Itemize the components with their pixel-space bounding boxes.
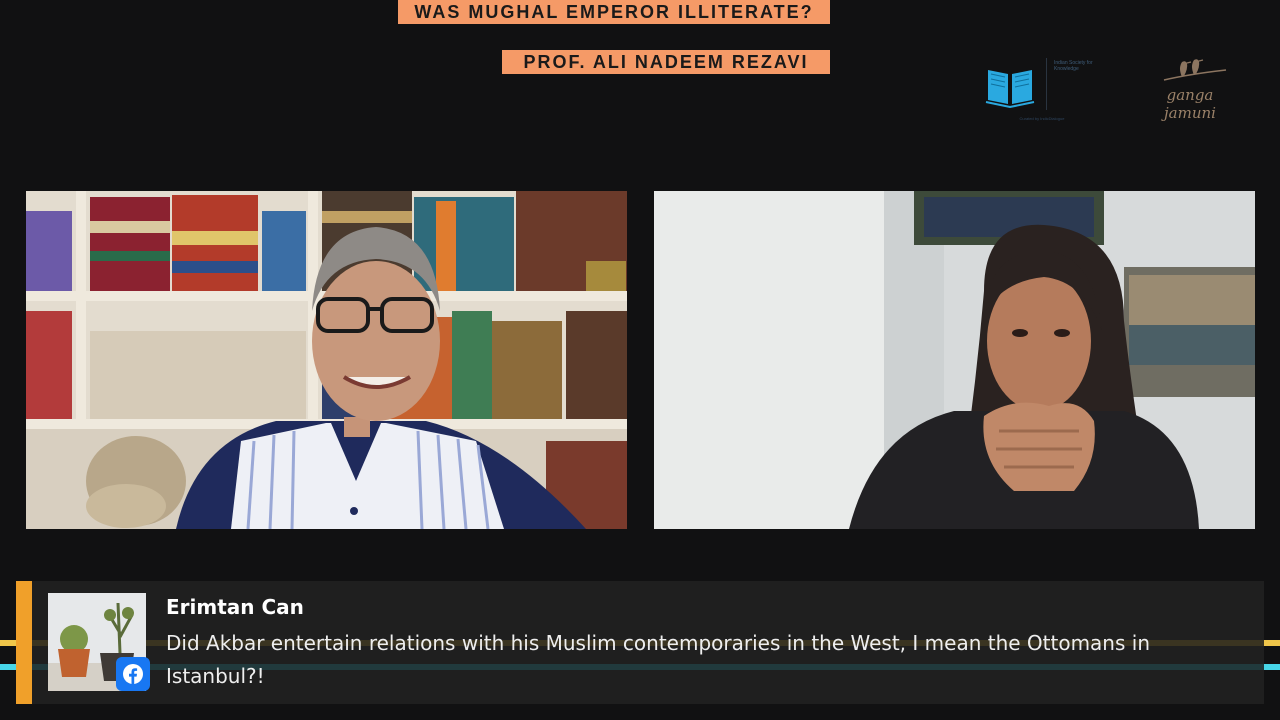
logo-divider	[1046, 58, 1047, 110]
comment-accent-bar	[16, 581, 32, 704]
video-tile-speaker[interactable]	[26, 191, 627, 529]
comment-author: Erimtan Can	[166, 595, 304, 619]
facebook-icon	[116, 657, 150, 691]
comment-card: Erimtan Can Did Akbar entertain relation…	[16, 581, 1264, 704]
library-logo-text: Indian Society for Knowledge	[1054, 60, 1093, 72]
ganga-jamuni-logo-text: ganga jamuni	[1164, 86, 1216, 122]
video-tile-guest[interactable]	[654, 191, 1255, 529]
decorative-stripe-right-cyan	[1264, 664, 1280, 670]
birds-on-branch-icon	[1160, 56, 1230, 86]
library-logo-tagline: Curated by IndicDialogue	[1019, 116, 1065, 121]
open-book-icon	[984, 62, 1036, 109]
speaker-banner: PROF. ALI NADEEM REZAVI	[502, 50, 830, 74]
topic-banner: WAS MUGHAL EMPEROR ILLITERATE?	[398, 0, 830, 24]
comment-text: Did Akbar entertain relations with his M…	[166, 631, 1150, 688]
decorative-stripe-left-cyan	[0, 664, 16, 670]
decorative-stripe-left-yellow	[0, 640, 16, 646]
decorative-stripe-right-yellow	[1264, 640, 1280, 646]
